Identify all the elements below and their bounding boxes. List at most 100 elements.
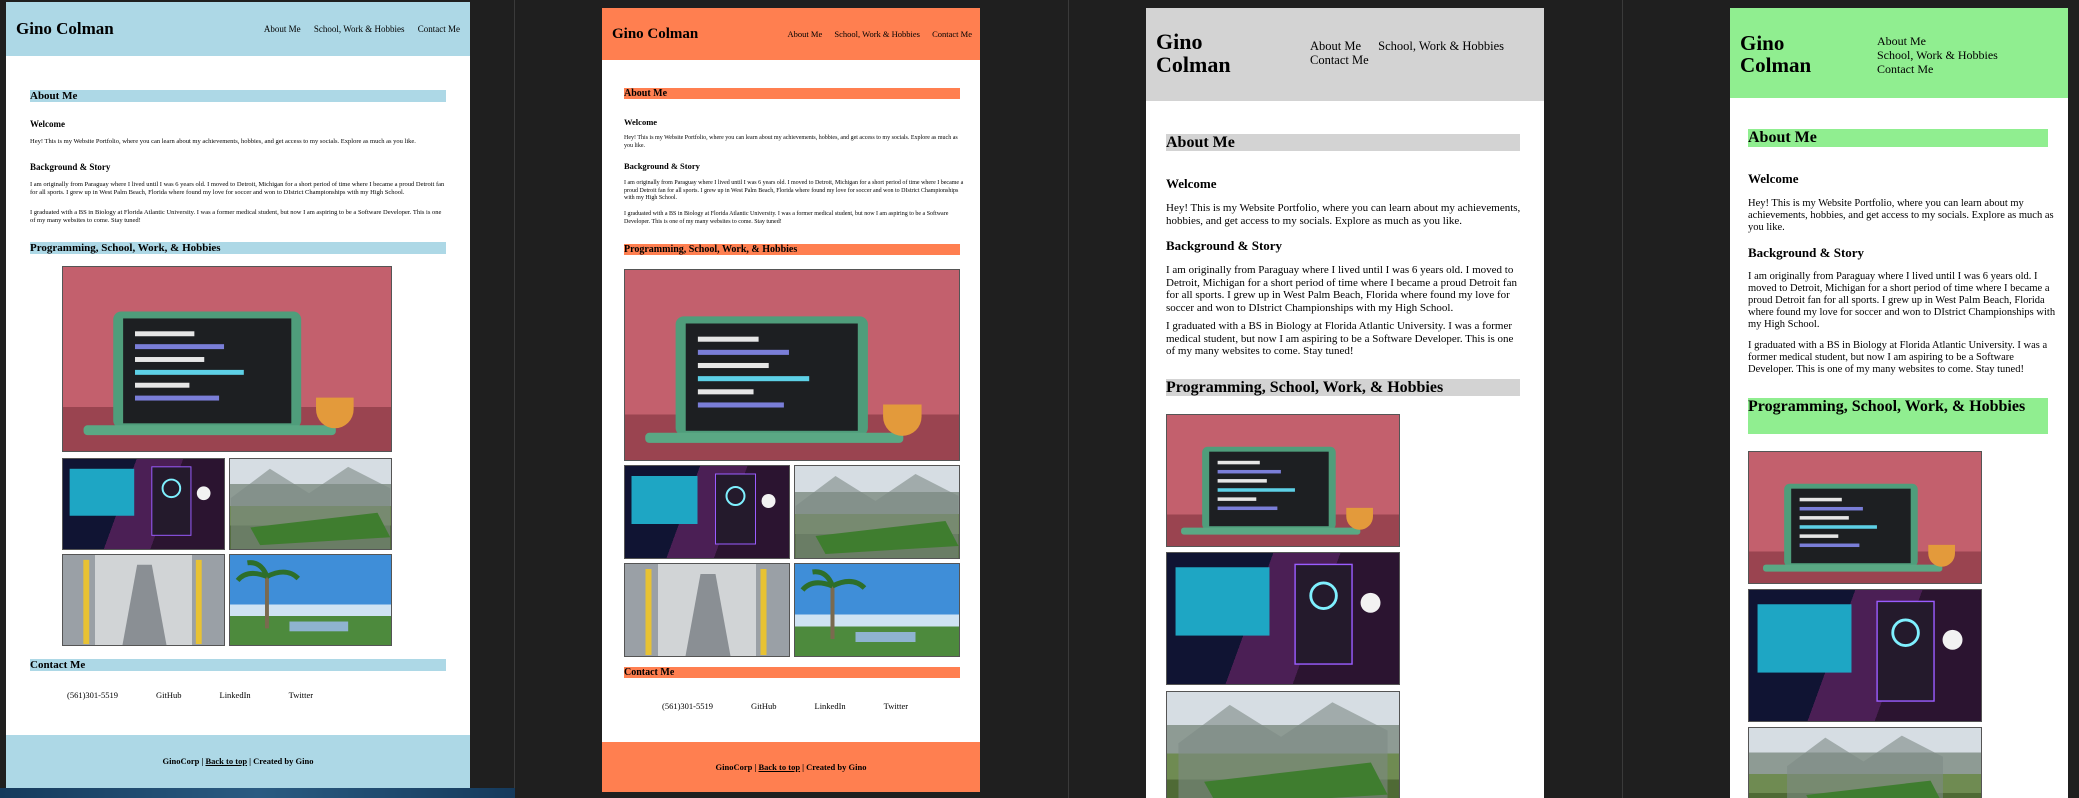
footer-company: GinoCorp bbox=[162, 756, 200, 766]
contact-twitter[interactable]: Twitter bbox=[884, 701, 908, 711]
desktop-wallpaper-strip bbox=[0, 788, 515, 798]
site-logo[interactable]: Gino Colman bbox=[612, 26, 698, 43]
contact-heading: Contact Me bbox=[624, 667, 960, 678]
nav-contact[interactable]: Contact Me bbox=[418, 24, 460, 34]
about-heading: About Me bbox=[30, 90, 446, 102]
warehouse-photo bbox=[624, 563, 790, 657]
welcome-text: Hey! This is my Website Portfolio, where… bbox=[30, 138, 416, 145]
site-header: Gino Colman About Me School, Work & Hobb… bbox=[602, 8, 980, 60]
site-header: Gino Colman About Me School, Work & Hobb… bbox=[1146, 8, 1544, 101]
gaming-setup-photo bbox=[1748, 589, 1982, 722]
about-heading: About Me bbox=[1166, 134, 1520, 151]
mountain-icon bbox=[230, 466, 391, 549]
site-nav: About Me School, Work & Hobbies Contact … bbox=[788, 29, 972, 39]
nav-about[interactable]: About Me bbox=[1310, 39, 1361, 53]
nav-contact[interactable]: Contact Me bbox=[1310, 53, 1369, 67]
conveyor-icon bbox=[645, 569, 767, 656]
nav-school-work[interactable]: School, Work & Hobbies bbox=[1877, 48, 2063, 62]
monitor-icon bbox=[631, 473, 776, 545]
mountain-icon bbox=[1178, 702, 1388, 798]
site-header: Gino Colman About Me School, Work & Hobb… bbox=[1730, 8, 2068, 98]
about-heading: About Me bbox=[1748, 129, 2048, 147]
programming-heading: Programming, School, Work, & Hobbies bbox=[1748, 398, 2048, 434]
monitor-icon bbox=[69, 466, 211, 536]
footer-created-by: Created by Gino bbox=[806, 762, 867, 772]
page-blue-theme: Gino Colman About Me School, Work & Hobb… bbox=[6, 2, 470, 788]
background-heading: Background & Story bbox=[1166, 238, 1283, 253]
story-paragraph-1: I am originally from Paraguay where I li… bbox=[30, 181, 445, 196]
story-paragraph-2: I graduated with a BS in Biology at Flor… bbox=[30, 209, 442, 224]
laptop-icon bbox=[1763, 483, 1955, 572]
laptop-icon bbox=[83, 311, 354, 436]
site-footer: GinoCorp | Back to top | Created by Gino bbox=[602, 742, 980, 792]
welcome-heading: Welcome bbox=[1166, 176, 1217, 191]
nav-school-work[interactable]: School, Work & Hobbies bbox=[314, 24, 405, 34]
about-heading: About Me bbox=[624, 88, 960, 99]
monitor-icon bbox=[1757, 600, 1963, 702]
background-heading: Background & Story bbox=[1748, 245, 1865, 260]
mountain-icon bbox=[795, 474, 959, 558]
contact-linkedin[interactable]: LinkedIn bbox=[815, 701, 846, 711]
gaming-setup-photo bbox=[1166, 552, 1400, 685]
contact-twitter[interactable]: Twitter bbox=[289, 690, 313, 700]
contact-linkedin[interactable]: LinkedIn bbox=[220, 690, 251, 700]
monitor-icon bbox=[1175, 563, 1381, 665]
nav-contact[interactable]: Contact Me bbox=[1877, 62, 2063, 76]
welcome-text: Hey! This is my Website Portfolio, where… bbox=[1166, 202, 1521, 227]
background-heading: Background & Story bbox=[30, 162, 111, 172]
palm-trees-photo bbox=[229, 554, 392, 646]
page-grey-theme: Gino Colman About Me School, Work & Hobb… bbox=[1146, 8, 1544, 798]
site-header: Gino Colman About Me School, Work & Hobb… bbox=[6, 2, 470, 56]
site-logo[interactable]: Gino Colman bbox=[1156, 30, 1246, 76]
background-heading: Background & Story bbox=[624, 161, 700, 171]
conveyor-icon bbox=[83, 559, 202, 645]
contact-links: (561)301-5519 GitHub LinkedIn Twitter bbox=[662, 701, 908, 711]
soccer-field-photo bbox=[1748, 727, 1982, 798]
welcome-heading: Welcome bbox=[624, 117, 658, 127]
soccer-field-photo bbox=[1166, 691, 1400, 798]
nav-about[interactable]: About Me bbox=[264, 24, 301, 34]
nav-school-work[interactable]: School, Work & Hobbies bbox=[1378, 39, 1504, 53]
footer-created-by: Created by Gino bbox=[253, 756, 314, 766]
programming-heading: Programming, School, Work, & Hobbies bbox=[624, 244, 960, 255]
site-nav: About Me School, Work & Hobbies Contact … bbox=[1877, 34, 2063, 76]
nav-school-work[interactable]: School, Work & Hobbies bbox=[834, 29, 920, 39]
warehouse-photo bbox=[62, 554, 225, 646]
palm-tree-icon bbox=[800, 569, 916, 642]
story-paragraph-1: I am originally from Paraguay where I li… bbox=[1748, 271, 2056, 330]
programming-heading: Programming, School, Work, & Hobbies bbox=[30, 242, 446, 254]
laptop-icon bbox=[645, 316, 922, 443]
back-to-top-link[interactable]: Back to top bbox=[758, 762, 800, 772]
laptop-icon bbox=[1181, 446, 1373, 535]
palm-tree-icon bbox=[235, 560, 349, 632]
story-paragraph-2: I graduated with a BS in Biology at Flor… bbox=[1166, 320, 1514, 357]
site-logo[interactable]: Gino Colman bbox=[16, 19, 114, 39]
footer-company: GinoCorp bbox=[715, 762, 753, 772]
mountain-icon bbox=[1787, 735, 1943, 798]
site-logo[interactable]: Gino Colman bbox=[1740, 32, 1840, 76]
site-nav: About Me School, Work & Hobbies Contact … bbox=[1310, 39, 1540, 67]
welcome-heading: Welcome bbox=[30, 119, 65, 129]
page-coral-theme: Gino Colman About Me School, Work & Hobb… bbox=[602, 8, 980, 792]
nav-contact[interactable]: Contact Me bbox=[932, 29, 972, 39]
laptop-illustration bbox=[1166, 414, 1400, 547]
contact-phone[interactable]: (561)301-5519 bbox=[662, 701, 713, 711]
story-paragraph-1: I am originally from Paraguay where I li… bbox=[624, 180, 964, 201]
contact-links: (561)301-5519 GitHub LinkedIn Twitter bbox=[67, 690, 313, 700]
welcome-text: Hey! This is my Website Portfolio, where… bbox=[624, 135, 958, 149]
page-green-theme: Gino Colman About Me School, Work & Hobb… bbox=[1730, 8, 2068, 798]
palm-trees-photo bbox=[794, 563, 960, 657]
story-paragraph-1: I am originally from Paraguay where I li… bbox=[1166, 264, 1517, 314]
site-nav: About Me School, Work & Hobbies Contact … bbox=[264, 24, 460, 34]
contact-github[interactable]: GitHub bbox=[751, 701, 777, 711]
contact-github[interactable]: GitHub bbox=[156, 690, 182, 700]
laptop-illustration bbox=[62, 266, 392, 452]
contact-phone[interactable]: (561)301-5519 bbox=[67, 690, 118, 700]
gaming-setup-photo bbox=[62, 458, 225, 550]
back-to-top-link[interactable]: Back to top bbox=[205, 756, 247, 766]
story-paragraph-2: I graduated with a BS in Biology at Flor… bbox=[1748, 340, 2048, 375]
nav-about[interactable]: About Me bbox=[788, 29, 823, 39]
nav-about[interactable]: About Me bbox=[1877, 34, 2063, 48]
programming-heading: Programming, School, Work, & Hobbies bbox=[1166, 379, 1520, 396]
soccer-field-photo bbox=[794, 465, 960, 559]
